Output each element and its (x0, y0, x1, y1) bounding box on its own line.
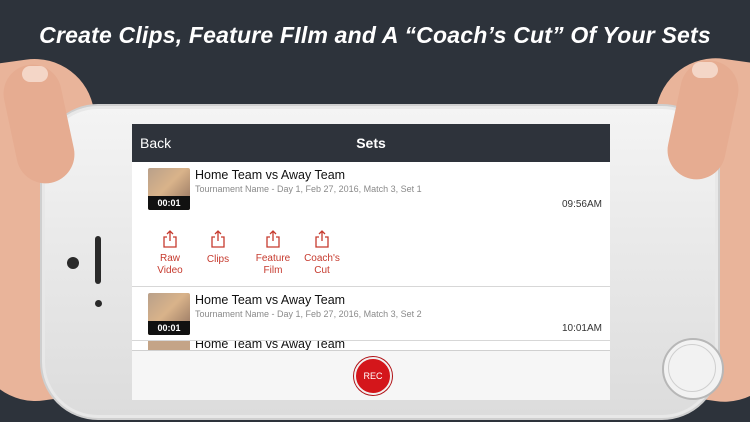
set-title: Home Team vs Away Team (195, 168, 346, 182)
action-label-line2: Video (157, 265, 183, 276)
set-subtitle: Tournament Name - Day 1, Feb 27, 2016, M… (195, 309, 422, 319)
right-thumbnail-nail (692, 62, 718, 78)
headline: Create Clips, Feature FIlm and A “Coach’… (39, 22, 711, 48)
left-thumbnail-nail (22, 66, 48, 82)
action-bar: Raw Video Clips Feature Film Coach's Cut (132, 230, 610, 286)
set-row[interactable]: 00:01 Home Team vs Away Team Tournament … (132, 286, 610, 341)
home-button[interactable] (662, 338, 724, 400)
coachs-cut-button[interactable]: Coach's Cut (292, 230, 352, 277)
set-title: Home Team vs Away Team (195, 293, 346, 307)
app-screen: Back Sets 00:01 Home Team vs Away Team T… (132, 124, 610, 400)
set-subtitle: Tournament Name - Day 1, Feb 27, 2016, M… (195, 184, 422, 194)
share-icon (266, 230, 280, 248)
video-thumbnail[interactable]: 00:01 (148, 293, 190, 335)
record-button[interactable]: REC (354, 357, 392, 395)
set-time: 10:01AM (561, 323, 602, 334)
front-camera (67, 257, 79, 269)
set-row[interactable]: 00:01 Home Team vs Away Team Tournament … (132, 162, 610, 286)
share-icon (211, 230, 225, 248)
video-thumbnail[interactable]: 00:01 (148, 168, 190, 210)
action-label-line1: Raw (159, 253, 180, 264)
action-label-line1: Feature (255, 253, 291, 264)
action-label-line1: Coach's (304, 253, 340, 264)
nav-bar: Back Sets (132, 124, 610, 162)
action-label-line2: Cut (314, 265, 330, 276)
duration-badge: 00:01 (148, 196, 190, 210)
action-label: Clips (206, 254, 230, 265)
share-icon (163, 230, 177, 248)
proximity-sensor (95, 300, 102, 307)
share-icon (315, 230, 329, 248)
bottom-toolbar: REC (132, 350, 610, 400)
duration-badge: 00:01 (148, 321, 190, 335)
set-time: 09:56AM (561, 199, 602, 210)
page-title: Sets (356, 135, 386, 151)
speaker-grille (95, 236, 101, 284)
clips-button[interactable]: Clips (188, 230, 248, 266)
